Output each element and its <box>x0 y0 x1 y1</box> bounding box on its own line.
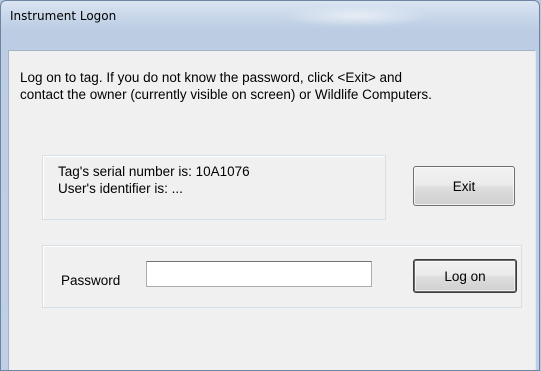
exit-button[interactable]: Exit <box>413 166 515 206</box>
log-on-button[interactable]: Log on <box>413 259 517 293</box>
window-title: Instrument Logon <box>10 9 117 23</box>
password-label: Password <box>61 273 121 288</box>
logon-message: Log on to tag. If you do not know the pa… <box>20 69 530 103</box>
user-identifier-text: User's identifier is: ... <box>58 181 183 196</box>
title-bar-glow <box>281 5 431 27</box>
title-bar[interactable]: Instrument Logon <box>1 1 539 31</box>
instrument-logon-dialog: Instrument Logon Log on to tag. If you d… <box>0 0 540 371</box>
logon-message-line-2: contact the owner (currently visible on … <box>20 87 432 102</box>
logon-message-line-1: Log on to tag. If you do not know the pa… <box>20 70 402 85</box>
password-input[interactable] <box>146 261 372 287</box>
dialog-client-area: Log on to tag. If you do not know the pa… <box>8 50 536 370</box>
tag-info-group: Tag's serial number is: 10A1076 User's i… <box>42 155 386 220</box>
serial-number-text: Tag's serial number is: 10A1076 <box>58 164 250 179</box>
